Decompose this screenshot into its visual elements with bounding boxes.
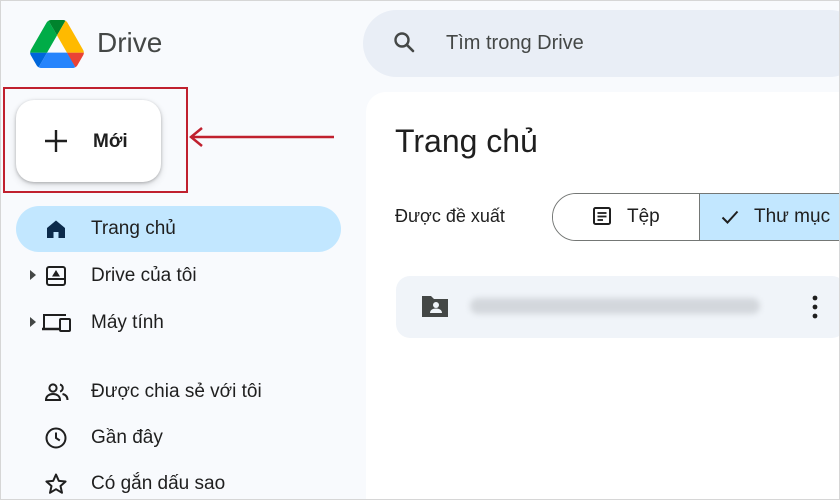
sidebar-item-label: Máy tính xyxy=(91,312,164,333)
annotation-arrow-icon xyxy=(189,127,334,147)
suggested-label: Được đề xuất xyxy=(395,206,505,226)
sidebar-item-label: Có gắn dấu sao xyxy=(91,473,226,494)
document-icon xyxy=(593,207,611,225)
files-filter-chip[interactable] xyxy=(553,194,699,240)
shared-with-me-icon xyxy=(44,383,69,401)
blurred-folder-name xyxy=(470,298,760,314)
sidebar-item-label: Gần đây xyxy=(91,427,163,448)
caret-right-icon[interactable] xyxy=(29,317,37,327)
star-icon xyxy=(45,473,67,494)
checkmark-icon xyxy=(721,210,739,224)
sidebar-item-label: Drive của tôi xyxy=(91,265,197,286)
page-title: Trang chủ xyxy=(395,123,538,159)
search-bar[interactable] xyxy=(363,10,840,77)
more-options-icon[interactable] xyxy=(810,294,820,320)
my-drive-icon xyxy=(46,266,66,286)
clock-icon xyxy=(45,427,67,449)
search-icon[interactable] xyxy=(392,30,416,54)
shared-folder-icon xyxy=(422,296,448,317)
computers-icon xyxy=(42,314,71,332)
annotation-highlight-box xyxy=(3,87,188,193)
sidebar-item-label: Được chia sẻ với tôi xyxy=(91,381,262,402)
home-icon xyxy=(47,220,65,238)
app-title: Drive xyxy=(97,27,163,58)
sidebar-item-label: Trang chủ xyxy=(91,218,176,239)
files-filter-label: Tệp xyxy=(627,206,660,227)
caret-right-icon[interactable] xyxy=(29,270,37,280)
google-drive-logo-icon xyxy=(30,20,84,68)
search-input[interactable]: Tìm trong Drive xyxy=(446,32,584,55)
folders-filter-label: Thư mục xyxy=(754,206,831,227)
